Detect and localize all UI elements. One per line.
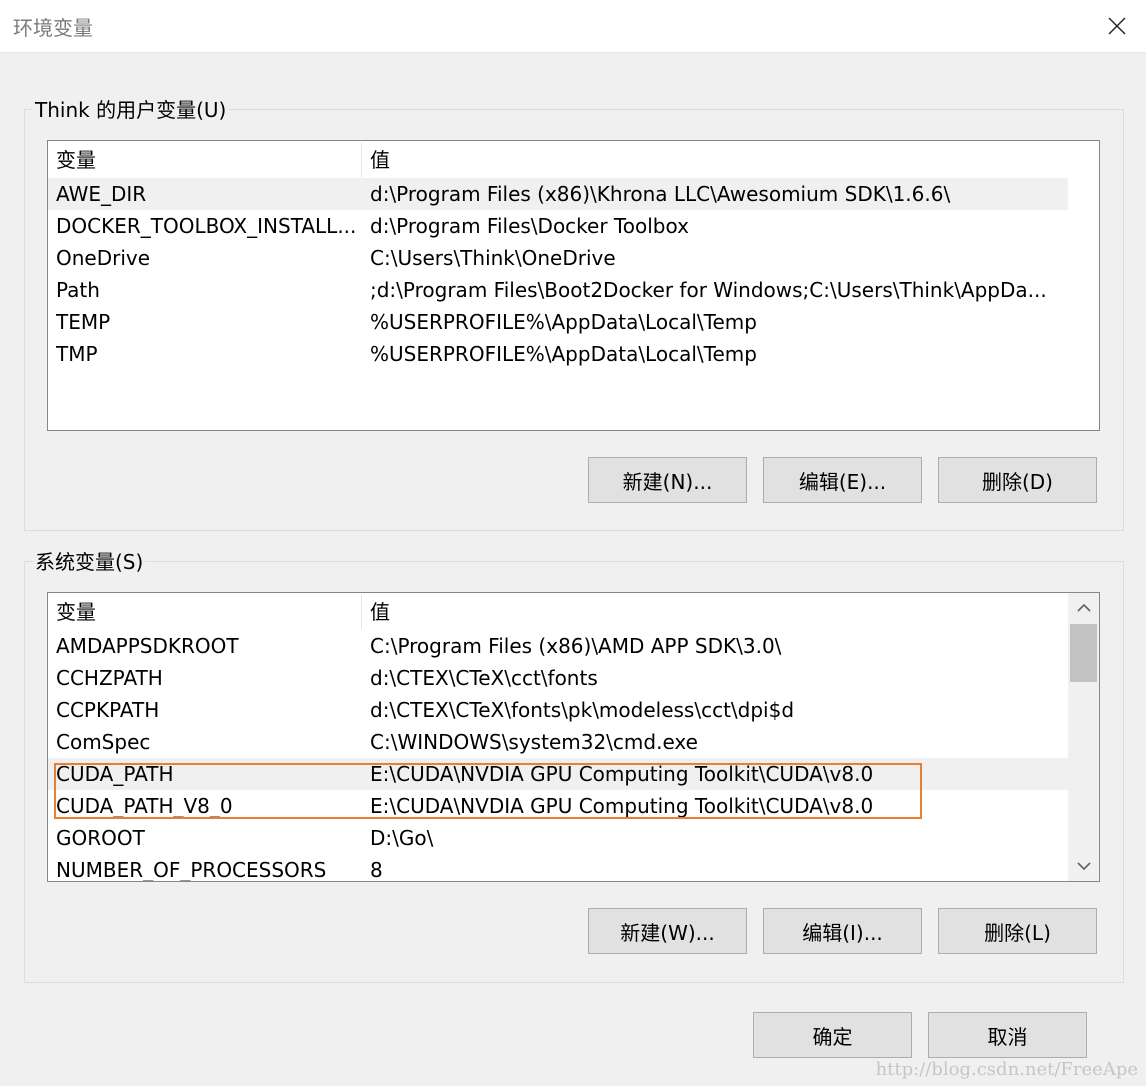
column-divider[interactable] bbox=[361, 595, 362, 629]
table-row[interactable]: CCHZPATH d:\CTEX\CTeX\cct\fonts bbox=[48, 662, 1068, 694]
column-header-variable[interactable]: 变量 bbox=[56, 143, 360, 177]
variable-value: %USERPROFILE%\AppData\Local\Temp bbox=[370, 310, 757, 334]
table-row[interactable]: AMDAPPSDKROOT C:\Program Files (x86)\AMD… bbox=[48, 630, 1068, 662]
close-button[interactable] bbox=[1088, 0, 1146, 52]
variable-value: d:\CTEX\CTeX\cct\fonts bbox=[370, 666, 598, 690]
user-delete-button[interactable]: 删除(D) bbox=[938, 457, 1097, 503]
column-header-value[interactable]: 值 bbox=[370, 595, 1060, 629]
column-divider[interactable] bbox=[361, 143, 362, 177]
table-row[interactable]: ComSpec C:\WINDOWS\system32\cmd.exe bbox=[48, 726, 1068, 758]
variable-name: CCPKPATH bbox=[56, 698, 160, 722]
variable-name: AWE_DIR bbox=[56, 182, 147, 206]
system-edit-button[interactable]: 编辑(I)... bbox=[763, 908, 922, 954]
table-row[interactable]: Path ;d:\Program Files\Boot2Docker for W… bbox=[48, 274, 1068, 306]
variable-name: ComSpec bbox=[56, 730, 151, 754]
system-delete-button[interactable]: 删除(L) bbox=[938, 908, 1097, 954]
user-edit-button[interactable]: 编辑(E)... bbox=[763, 457, 922, 503]
title-bar: 环境变量 bbox=[0, 0, 1146, 53]
user-variables-label: Think 的用户变量(U) bbox=[33, 97, 229, 123]
table-row[interactable]: GOROOT D:\Go\ bbox=[48, 822, 1068, 854]
variable-name: DOCKER_TOOLBOX_INSTALL... bbox=[56, 214, 357, 238]
variable-value: d:\CTEX\CTeX\fonts\pk\modeless\cct\dpi$d bbox=[370, 698, 795, 722]
variable-value: C:\Users\Think\OneDrive bbox=[370, 246, 616, 270]
system-variables-label: 系统变量(S) bbox=[33, 549, 146, 575]
column-header-value[interactable]: 值 bbox=[370, 143, 1060, 177]
table-row[interactable]: CUDA_PATH_V8_0 E:\CUDA\NVDIA GPU Computi… bbox=[48, 790, 1068, 822]
variable-name: AMDAPPSDKROOT bbox=[56, 634, 239, 658]
variable-value: 8 bbox=[370, 858, 383, 882]
system-variables-list[interactable]: 变量 值 AMDAPPSDKROOT C:\Program Files (x86… bbox=[47, 592, 1100, 882]
variable-value: %USERPROFILE%\AppData\Local\Temp bbox=[370, 342, 757, 366]
close-icon bbox=[1108, 17, 1126, 35]
table-row[interactable]: NUMBER_OF_PROCESSORS 8 bbox=[48, 854, 1068, 882]
cancel-button[interactable]: 取消 bbox=[928, 1012, 1087, 1058]
variable-name: CCHZPATH bbox=[56, 666, 163, 690]
list-header: 变量 值 bbox=[48, 595, 1068, 629]
table-row[interactable]: OneDrive C:\Users\Think\OneDrive bbox=[48, 242, 1068, 274]
chevron-down-icon bbox=[1076, 862, 1091, 871]
watermark: http://blog.csdn.net/FreeApe bbox=[875, 1059, 1138, 1080]
scroll-down-button[interactable] bbox=[1068, 851, 1099, 881]
scroll-thumb[interactable] bbox=[1070, 624, 1097, 682]
variable-name: CUDA_PATH bbox=[56, 762, 174, 786]
user-variables-list[interactable]: 变量 值 AWE_DIR d:\Program Files (x86)\Khro… bbox=[47, 140, 1100, 431]
table-row[interactable]: CUDA_PATH E:\CUDA\NVDIA GPU Computing To… bbox=[48, 758, 1068, 790]
column-header-variable[interactable]: 变量 bbox=[56, 595, 360, 629]
table-row[interactable]: CCPKPATH d:\CTEX\CTeX\fonts\pk\modeless\… bbox=[48, 694, 1068, 726]
table-row[interactable]: TEMP %USERPROFILE%\AppData\Local\Temp bbox=[48, 306, 1068, 338]
variable-value: C:\Program Files (x86)\AMD APP SDK\3.0\ bbox=[370, 634, 782, 658]
variable-name: OneDrive bbox=[56, 246, 151, 270]
variable-value: ;d:\Program Files\Boot2Docker for Window… bbox=[370, 278, 1047, 302]
variable-name: GOROOT bbox=[56, 826, 145, 850]
scroll-up-button[interactable] bbox=[1068, 593, 1099, 623]
table-row[interactable]: TMP %USERPROFILE%\AppData\Local\Temp bbox=[48, 338, 1068, 370]
chevron-up-icon bbox=[1076, 603, 1091, 612]
table-row[interactable]: DOCKER_TOOLBOX_INSTALL... d:\Program Fil… bbox=[48, 210, 1068, 242]
system-new-button[interactable]: 新建(W)... bbox=[588, 908, 747, 954]
variable-value: D:\Go\ bbox=[370, 826, 434, 850]
list-header: 变量 值 bbox=[48, 143, 1068, 177]
variable-name: NUMBER_OF_PROCESSORS bbox=[56, 858, 327, 882]
window-title: 环境变量 bbox=[13, 16, 93, 40]
variable-name: CUDA_PATH_V8_0 bbox=[56, 794, 233, 818]
variable-value: d:\Program Files (x86)\Khrona LLC\Awesom… bbox=[370, 182, 951, 206]
variable-value: C:\WINDOWS\system32\cmd.exe bbox=[370, 730, 698, 754]
ok-button[interactable]: 确定 bbox=[753, 1012, 912, 1058]
vertical-scrollbar[interactable] bbox=[1068, 593, 1099, 881]
user-new-button[interactable]: 新建(N)... bbox=[588, 457, 747, 503]
variable-name: Path bbox=[56, 278, 100, 302]
variable-value: E:\CUDA\NVDIA GPU Computing Toolkit\CUDA… bbox=[370, 762, 874, 786]
variable-name: TEMP bbox=[56, 310, 111, 334]
variable-name: TMP bbox=[56, 342, 98, 366]
variable-value: d:\Program Files\Docker Toolbox bbox=[370, 214, 689, 238]
table-row[interactable]: AWE_DIR d:\Program Files (x86)\Khrona LL… bbox=[48, 178, 1068, 210]
variable-value: E:\CUDA\NVDIA GPU Computing Toolkit\CUDA… bbox=[370, 794, 874, 818]
